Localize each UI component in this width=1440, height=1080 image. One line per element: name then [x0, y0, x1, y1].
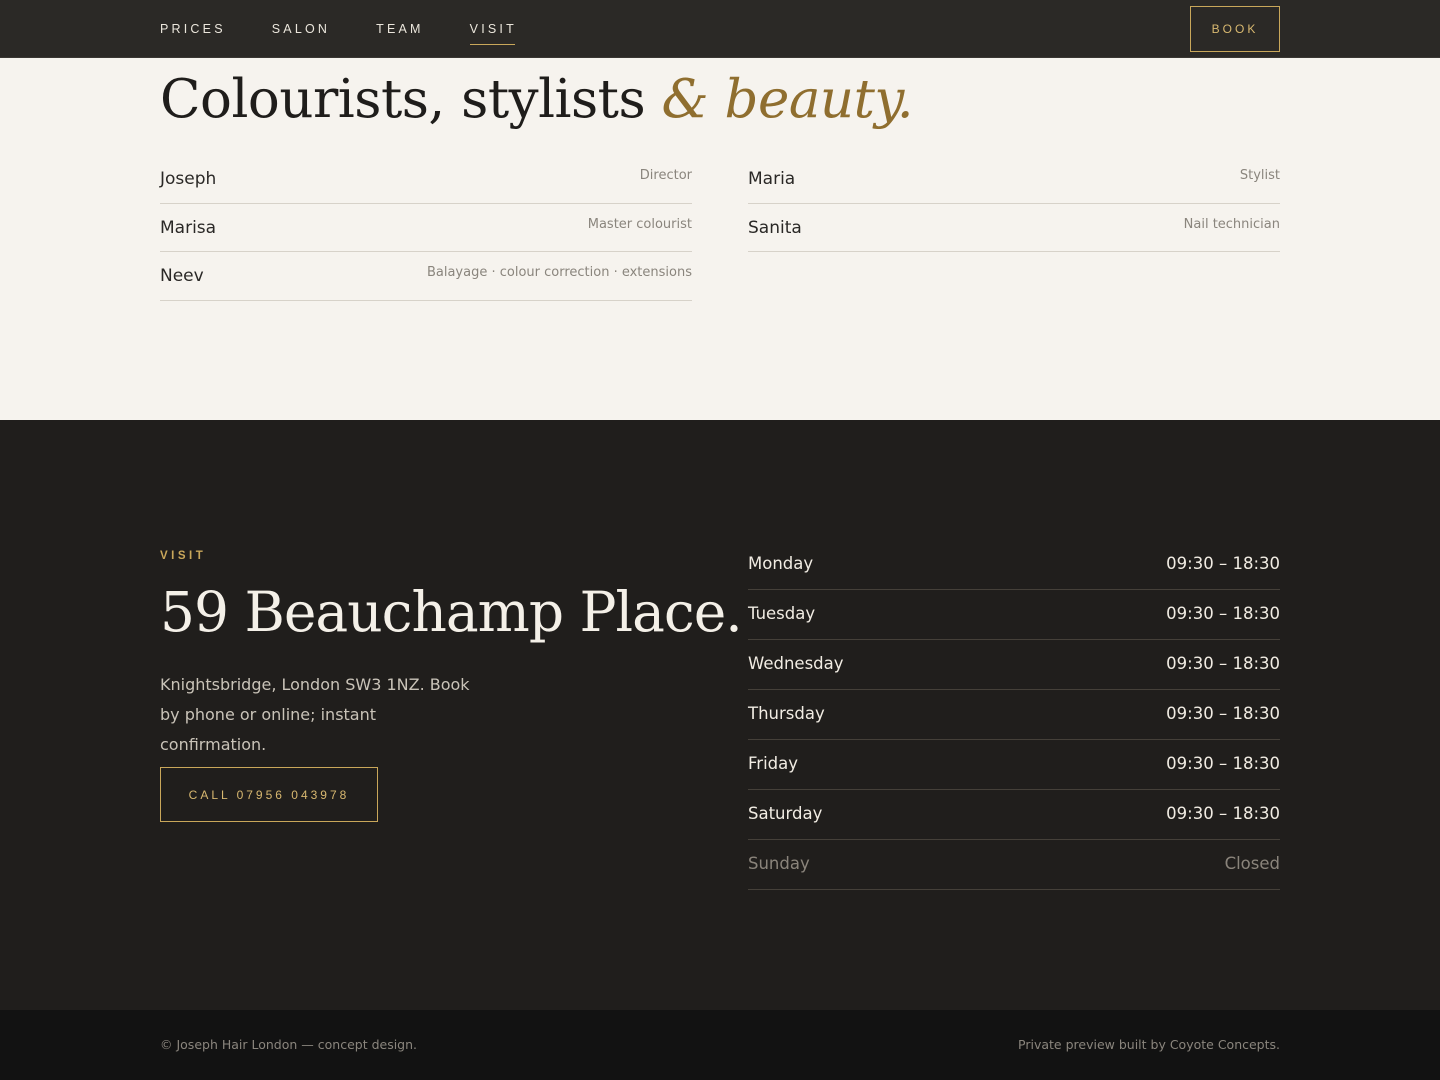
- footer-copyright: © Joseph Hair London — concept design.: [160, 1037, 418, 1052]
- team-member-row: Sanita Nail technician: [748, 204, 1280, 252]
- hours-day: Thursday: [748, 704, 825, 723]
- nav-links: PRICES SALON TEAM VISIT: [160, 0, 563, 58]
- team-member-row: Maria Stylist: [748, 155, 1280, 204]
- team-member-role: Balayage · colour correction · extension…: [426, 265, 692, 280]
- team-member-name: Joseph: [160, 169, 217, 189]
- hours-day: Friday: [748, 754, 799, 773]
- hours-row: Friday 09:30 – 18:30: [748, 740, 1280, 790]
- hours-time: 09:30 – 18:30: [1166, 604, 1280, 623]
- hours-time: 09:30 – 18:30: [1166, 754, 1280, 773]
- hours-day: Wednesday: [748, 654, 844, 673]
- hours-row: Saturday 09:30 – 18:30: [748, 790, 1280, 840]
- nav-link-visit[interactable]: VISIT: [469, 0, 517, 58]
- team-member-row: Neev Balayage · colour correction · exte…: [160, 252, 692, 301]
- hours-row: Thursday 09:30 – 18:30: [748, 690, 1280, 740]
- hours-row-closed: Sunday Closed: [748, 840, 1280, 890]
- hours-time: 09:30 – 18:30: [1166, 654, 1280, 673]
- hours-time: Closed: [1224, 854, 1280, 873]
- hours-day: Tuesday: [748, 604, 816, 623]
- hours-time: 09:30 – 18:30: [1166, 704, 1280, 723]
- team-title: Colourists, stylists & beauty.: [160, 69, 914, 130]
- hours-day: Saturday: [748, 804, 823, 823]
- team-member-name: Maria: [748, 169, 796, 189]
- footer: © Joseph Hair London — concept design. P…: [0, 1010, 1440, 1080]
- team-member-role: Stylist: [1239, 168, 1280, 183]
- top-nav: PRICES SALON TEAM VISIT BOOK: [0, 0, 1440, 58]
- nav-link-team[interactable]: TEAM: [376, 0, 424, 58]
- team-member-role: Nail technician: [1183, 216, 1280, 232]
- team-list-left: Joseph Director Marisa Master colourist …: [160, 155, 692, 301]
- team-title-main: Colourists, stylists: [160, 69, 662, 130]
- team-title-accent: & beauty.: [661, 69, 914, 130]
- team-member-name: Sanita: [748, 217, 802, 238]
- team-section: Colourists, stylists & beauty. Joseph Di…: [0, 59, 1440, 420]
- hours-day: Monday: [748, 554, 814, 573]
- team-list-right: Maria Stylist Sanita Nail technician: [748, 155, 1280, 252]
- team-member-row: Marisa Master colourist: [160, 204, 692, 252]
- visit-eyebrow: VISIT: [160, 550, 207, 562]
- opening-hours-list: Monday 09:30 – 18:30 Tuesday 09:30 – 18:…: [748, 540, 1280, 890]
- footer-credit: Private preview built by Coyote Concepts…: [1018, 1037, 1280, 1052]
- call-button[interactable]: CALL 07956 043978: [160, 767, 378, 822]
- team-member-name: Neev: [160, 266, 204, 286]
- hours-row: Monday 09:30 – 18:30: [748, 540, 1280, 590]
- hours-row: Wednesday 09:30 – 18:30: [748, 640, 1280, 690]
- team-member-name: Marisa: [160, 217, 217, 238]
- team-member-row: Joseph Director: [160, 155, 692, 204]
- visit-description: Knightsbridge, London SW3 1NZ. Book by p…: [160, 675, 470, 754]
- hours-row: Tuesday 09:30 – 18:30: [748, 590, 1280, 640]
- hours-time: 09:30 – 18:30: [1166, 554, 1280, 573]
- nav-link-prices[interactable]: PRICES: [160, 0, 226, 58]
- hours-day: Sunday: [748, 854, 810, 873]
- visit-address-title: 59 Beauchamp Place.: [160, 580, 743, 644]
- hours-time: 09:30 – 18:30: [1166, 804, 1280, 823]
- book-button[interactable]: BOOK: [1190, 6, 1280, 52]
- visit-section: VISIT 59 Beauchamp Place. Knightsbridge,…: [0, 420, 1440, 1010]
- nav-link-salon[interactable]: SALON: [272, 0, 330, 58]
- team-member-role: Director: [639, 168, 692, 183]
- team-member-role: Master colourist: [587, 216, 692, 232]
